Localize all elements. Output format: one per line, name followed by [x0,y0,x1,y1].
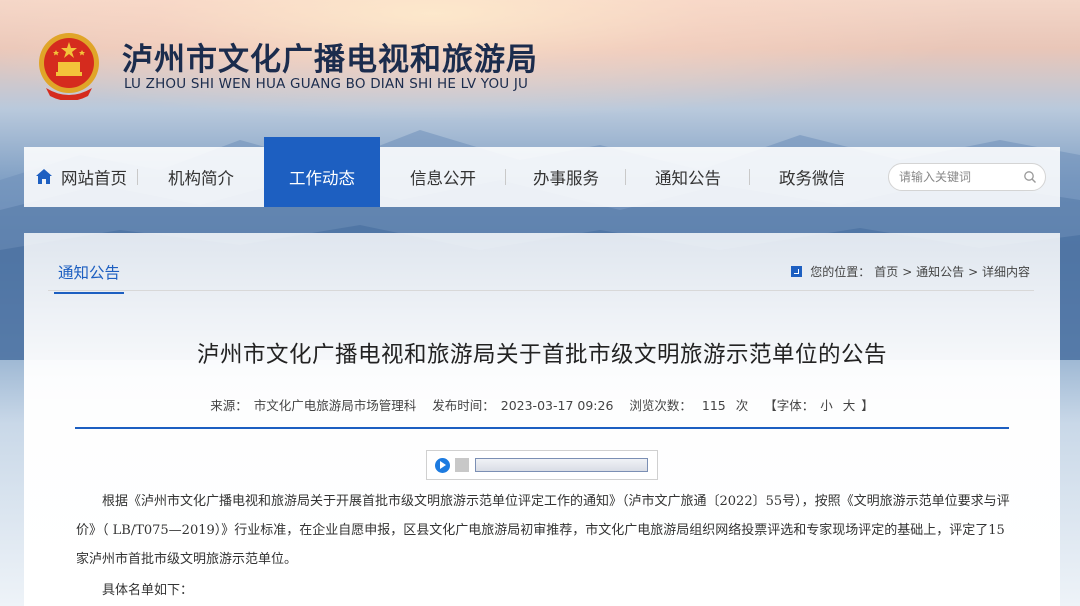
location-icon [791,266,803,277]
panel-header: 通知公告 您的位置： 首页 > 通知公告 > 详细内容 [48,253,1034,294]
nav-item-wechat[interactable]: 政务微信 [750,147,874,207]
tab-notices[interactable]: 通知公告 [54,261,125,294]
search-input[interactable] [899,170,1017,184]
audio-progress-bar[interactable] [475,458,648,472]
source-label: 来源： 市文化广电旅游局市场管理科 [210,398,417,413]
breadcrumb-home[interactable]: 首页 [874,263,898,280]
nav-item-info-disclosure[interactable]: 信息公开 [380,147,506,207]
article-meta: 来源： 市文化广电旅游局市场管理科 发布时间： 2023-03-17 09:26 浏… [24,395,1060,414]
nav-label: 办事服务 [533,169,599,188]
breadcrumb-detail: > 详细内容 [968,265,1030,279]
font-small-button[interactable]: 小 [820,398,833,413]
breadcrumb-notices[interactable]: > 通知公告 [902,263,964,280]
content-panel: 通知公告 您的位置： 首页 > 通知公告 > 详细内容 泸州市文化广播电视和旅游… [24,233,1060,606]
nav-item-about[interactable]: 机构简介 [138,147,264,207]
national-emblem-icon [39,33,99,100]
site-title: 泸州市文化广播电视和旅游局 [122,42,538,78]
nav-item-home[interactable]: 网站首页 [24,147,138,207]
title-divider [75,427,1009,429]
view-count: 浏览次数： 115 次 [629,398,749,413]
font-size-control: 【字体：小 大】 [764,398,874,413]
search-icon[interactable] [1023,170,1037,184]
publish-time: 发布时间： 2023-03-17 09:26 [432,398,614,413]
breadcrumb: 您的位置： 首页 > 通知公告 > 详细内容 [791,263,1034,280]
article-title: 泸州市文化广播电视和旅游局关于首批市级文明旅游示范单位的公告 [196,342,887,368]
nav-label: 政务微信 [779,169,845,188]
search-box [888,163,1046,191]
main-nav: 网站首页 机构简介 工作动态 信息公开 办事服务 通知公告 政务微信 [24,137,1060,207]
font-large-button[interactable]: 大 [843,398,856,413]
nav-item-notices[interactable]: 通知公告 [626,147,750,207]
site-title-pinyin: LU ZHOU SHI WEN HUA GUANG BO DIAN SHI HE… [124,76,529,92]
nav-label: 机构简介 [168,169,234,188]
nav-label: 通知公告 [655,169,721,188]
nav-label: 网站首页 [61,169,127,188]
article-body: 根据《泸州市文化广播电视和旅游局关于开展首批市级文明旅游示范单位评定工作的通知》… [76,487,1010,605]
nav-item-services[interactable]: 办事服务 [506,147,626,207]
play-icon[interactable] [435,457,450,473]
article-paragraph: 具体名单如下： [102,583,194,598]
stop-icon[interactable] [455,458,469,472]
audio-player [426,450,658,480]
nav-label: 工作动态 [289,169,355,188]
home-icon [36,169,52,184]
nav-item-work-news[interactable]: 工作动态 [264,137,380,207]
breadcrumb-prefix: 您的位置： [810,265,871,279]
nav-label: 信息公开 [410,169,476,188]
article-paragraph: 根据《泸州市文化广播电视和旅游局关于开展首批市级文明旅游示范单位评定工作的通知》… [76,494,1010,567]
